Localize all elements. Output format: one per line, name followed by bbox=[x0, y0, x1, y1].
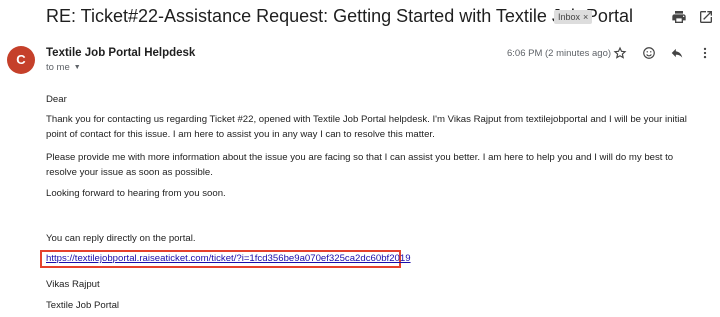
sender-name[interactable]: Textile Job Portal Helpdesk bbox=[46, 47, 195, 59]
body-paragraph-1: Thank you for contacting us regarding Ti… bbox=[46, 114, 687, 140]
body-paragraph-2: Please provide me with more information … bbox=[46, 152, 674, 178]
star-icon[interactable] bbox=[613, 46, 627, 60]
recipient-line[interactable]: to me ▼ bbox=[46, 62, 81, 73]
inbox-label-text: Inbox bbox=[558, 12, 581, 22]
greeting: Dear bbox=[46, 94, 67, 105]
emoji-reaction-icon[interactable] bbox=[642, 46, 656, 60]
portal-ticket-link[interactable]: https://textilejobportal.raiseaticket.co… bbox=[46, 253, 411, 265]
reply-icon[interactable] bbox=[670, 46, 684, 60]
body-paragraph-3: Looking forward to hearing from you soon… bbox=[46, 188, 226, 199]
inbox-label-chip[interactable]: Inbox × bbox=[554, 10, 593, 24]
email-timestamp: 6:06 PM (2 minutes ago) bbox=[507, 48, 612, 59]
open-in-new-window-icon[interactable] bbox=[698, 9, 714, 25]
print-icon[interactable] bbox=[671, 9, 687, 25]
remove-label-icon[interactable]: × bbox=[583, 12, 588, 22]
signature-org: Textile Job Portal bbox=[46, 300, 120, 311]
signature-name: Vikas Rajput bbox=[46, 279, 100, 290]
chevron-down-icon[interactable]: ▼ bbox=[74, 64, 81, 71]
reply-note: You can reply directly on the portal. bbox=[46, 233, 196, 244]
email-subject-row: RE: Ticket#22-Assistance Request: Gettin… bbox=[0, 0, 720, 36]
email-subject: RE: Ticket#22-Assistance Request: Gettin… bbox=[46, 6, 633, 26]
recipient-text: to me bbox=[46, 62, 70, 73]
more-options-icon[interactable] bbox=[698, 46, 712, 60]
sender-avatar[interactable]: C bbox=[7, 46, 35, 74]
